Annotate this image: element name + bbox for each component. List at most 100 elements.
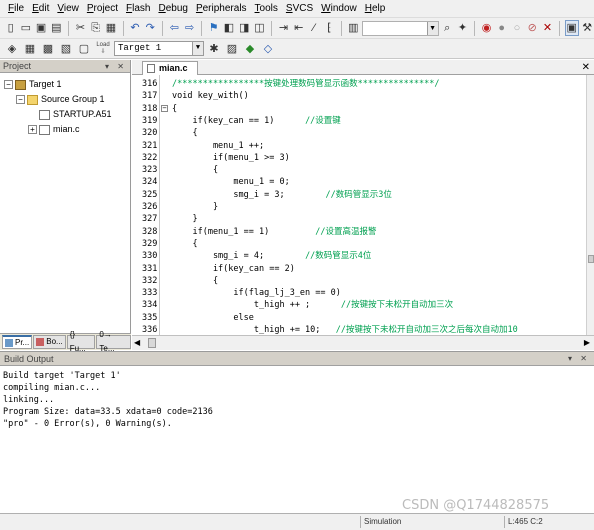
code-line[interactable]: 329 { xyxy=(132,238,586,250)
translate-icon[interactable]: ◈ xyxy=(4,41,20,57)
code-line[interactable]: 332 { xyxy=(132,275,586,287)
panel-controls[interactable]: ▾ ✕ xyxy=(568,354,590,363)
rebuild-icon[interactable]: ▩ xyxy=(40,41,56,57)
tab-templates[interactable]: 0→ Te... xyxy=(96,330,131,353)
configure-icon[interactable]: ⚒ xyxy=(581,20,594,36)
scroll-left-icon[interactable]: ◀ xyxy=(134,338,140,347)
code-line[interactable]: 322 if(menu_1 >= 3) xyxy=(132,152,586,164)
menu-item-debug[interactable]: Debug xyxy=(154,0,191,17)
code-line[interactable]: 336 t_high += 10; //按键按下未松开自动加三次之后每次自动加1… xyxy=(132,324,586,335)
scroll-right-icon[interactable]: ▶ xyxy=(584,338,590,347)
build-output-log[interactable]: Build target 'Target 1' compiling mian.c… xyxy=(0,366,594,430)
tree-item-source-group[interactable]: − Source Group 1 xyxy=(0,92,130,107)
close-icon[interactable]: ✕ xyxy=(582,61,590,74)
incremental-find-icon[interactable]: ✦ xyxy=(456,20,469,36)
menu-item-window[interactable]: Window xyxy=(317,0,361,17)
code-line[interactable]: 316 /*****************按键处理数码管显示函数********… xyxy=(132,78,586,90)
find-combo[interactable]: ▼ xyxy=(361,20,439,36)
redo-icon[interactable]: ↷ xyxy=(144,20,157,36)
save-icon[interactable]: ▣ xyxy=(35,20,48,36)
undo-icon[interactable]: ↶ xyxy=(128,20,141,36)
expand-icon[interactable]: + xyxy=(28,125,37,134)
target-options-icon[interactable]: ✱ xyxy=(206,41,222,57)
clear-bookmarks-icon[interactable]: ◫ xyxy=(253,20,266,36)
uncomment-icon[interactable]: ⁅ xyxy=(323,20,336,36)
menu-item-svcs[interactable]: SVCS xyxy=(282,0,317,17)
code-line[interactable]: 335 else xyxy=(132,312,586,324)
disable-all-breakpoints-icon[interactable]: ⊘ xyxy=(526,20,539,36)
load-button[interactable]: Load ⇩ xyxy=(94,42,112,56)
code-line[interactable]: 320 { xyxy=(132,127,586,139)
vertical-scrollbar[interactable] xyxy=(586,75,594,335)
menu-item-project[interactable]: Project xyxy=(83,0,122,17)
new-file-icon[interactable]: ▯ xyxy=(4,20,17,36)
code-line[interactable]: 324 menu_1 = 0; xyxy=(132,176,586,188)
disable-breakpoint-icon[interactable]: ○ xyxy=(510,20,523,36)
code-line[interactable]: 325 smg_i = 3; //数码管显示3位 xyxy=(132,189,586,201)
tab-books[interactable]: Bo... xyxy=(33,335,66,349)
code-line[interactable]: 333 if(flag_lj_3_en == 0) xyxy=(132,287,586,299)
tree-item-file[interactable]: + mian.c xyxy=(0,122,130,137)
comment-icon[interactable]: ⁄ xyxy=(307,20,320,36)
open-file-icon[interactable]: ▭ xyxy=(19,20,32,36)
code-line[interactable]: 327 } xyxy=(132,213,586,225)
paste-icon[interactable]: ▦ xyxy=(104,20,117,36)
find-in-files-icon[interactable]: ▥ xyxy=(347,20,360,36)
navigate-back-icon[interactable]: ⇦ xyxy=(168,20,181,36)
breakpoint-icon[interactable]: ● xyxy=(495,20,508,36)
navigate-forward-icon[interactable]: ⇨ xyxy=(183,20,196,36)
cut-icon[interactable]: ✂ xyxy=(74,20,87,36)
tree-item-file[interactable]: STARTUP.A51 xyxy=(0,107,130,122)
code-line[interactable]: 317 void key_with() xyxy=(132,90,586,102)
stop-build-icon[interactable]: ▢ xyxy=(76,41,92,57)
menu-item-tools[interactable]: Tools xyxy=(251,0,282,17)
build-toolbar: ◈ ▦ ▩ ▧ ▢ Load ⇩ Target 1 ▼ ✱ ▨ ◆ ◇ xyxy=(0,38,594,59)
code-line[interactable]: 326 } xyxy=(132,201,586,213)
tab-project[interactable]: Pr... xyxy=(2,335,33,349)
kill-breakpoints-icon[interactable]: ✕ xyxy=(541,20,554,36)
unindent-icon[interactable]: ⇤ xyxy=(292,20,305,36)
next-bookmark-icon[interactable]: ◨ xyxy=(238,20,251,36)
indent-icon[interactable]: ⇥ xyxy=(277,20,290,36)
tab-functions[interactable]: {} Fu... xyxy=(66,330,96,353)
tree-item-target[interactable]: − Target 1 xyxy=(0,77,130,92)
chevron-down-icon[interactable]: ▼ xyxy=(426,21,438,35)
code-line[interactable]: 319 if(key_can == 1) //设置键 xyxy=(132,115,586,127)
menu-item-flash[interactable]: Flash xyxy=(122,0,154,17)
batch-build-icon[interactable]: ▧ xyxy=(58,41,74,57)
menu-item-view[interactable]: View xyxy=(53,0,83,17)
horizontal-scrollbar[interactable]: ◀ ▶ xyxy=(132,335,594,350)
menu-item-peripherals[interactable]: Peripherals xyxy=(192,0,251,17)
save-all-icon[interactable]: ▤ xyxy=(50,20,63,36)
code-line[interactable]: 318−{ xyxy=(132,103,586,115)
window-layout-icon[interactable]: ▣ xyxy=(564,20,579,36)
code-line[interactable]: 323 { xyxy=(132,164,586,176)
collapse-icon[interactable]: − xyxy=(4,80,13,89)
manage-components-icon[interactable]: ◆ xyxy=(242,41,258,57)
select-packs-icon[interactable]: ◇ xyxy=(260,41,276,57)
build-icon[interactable]: ▦ xyxy=(22,41,38,57)
target-select[interactable]: Target 1 ▼ xyxy=(114,41,204,56)
menu-item-file[interactable]: File xyxy=(4,0,28,17)
scrollbar-thumb[interactable] xyxy=(148,338,156,348)
find-icon[interactable]: ⌕ xyxy=(441,20,454,36)
menu-item-help[interactable]: Help xyxy=(361,0,390,17)
code-line[interactable]: 328 if(menu_1 == 1) //设置高温报警 xyxy=(132,226,586,238)
debug-session-icon[interactable]: ◉ xyxy=(480,20,493,36)
chevron-down-icon[interactable]: ▼ xyxy=(192,42,203,55)
file-extensions-icon[interactable]: ▨ xyxy=(224,41,240,57)
menu-item-edit[interactable]: Edit xyxy=(28,0,53,17)
code-line[interactable]: 321 menu_1 ++; xyxy=(132,140,586,152)
code-line[interactable]: 334 t_high ++ ; //按键按下未松开自动加三次 xyxy=(132,299,586,311)
tab-mian-c[interactable]: mian.c xyxy=(142,61,198,75)
prev-bookmark-icon[interactable]: ◧ xyxy=(222,20,235,36)
panel-controls[interactable]: ▾ ✕ xyxy=(105,62,127,71)
collapse-icon[interactable]: − xyxy=(16,95,25,104)
code-area[interactable]: 316 /*****************按键处理数码管显示函数********… xyxy=(132,75,586,335)
bookmark-icon[interactable]: ⚑ xyxy=(207,20,220,36)
code-line[interactable]: 331 if(key_can == 2) xyxy=(132,263,586,275)
fold-icon[interactable]: − xyxy=(161,104,168,112)
copy-icon[interactable]: ⎘ xyxy=(89,20,102,36)
scrollbar-thumb[interactable] xyxy=(588,255,594,263)
code-line[interactable]: 330 smg_i = 4; //数码管显示4位 xyxy=(132,250,586,262)
